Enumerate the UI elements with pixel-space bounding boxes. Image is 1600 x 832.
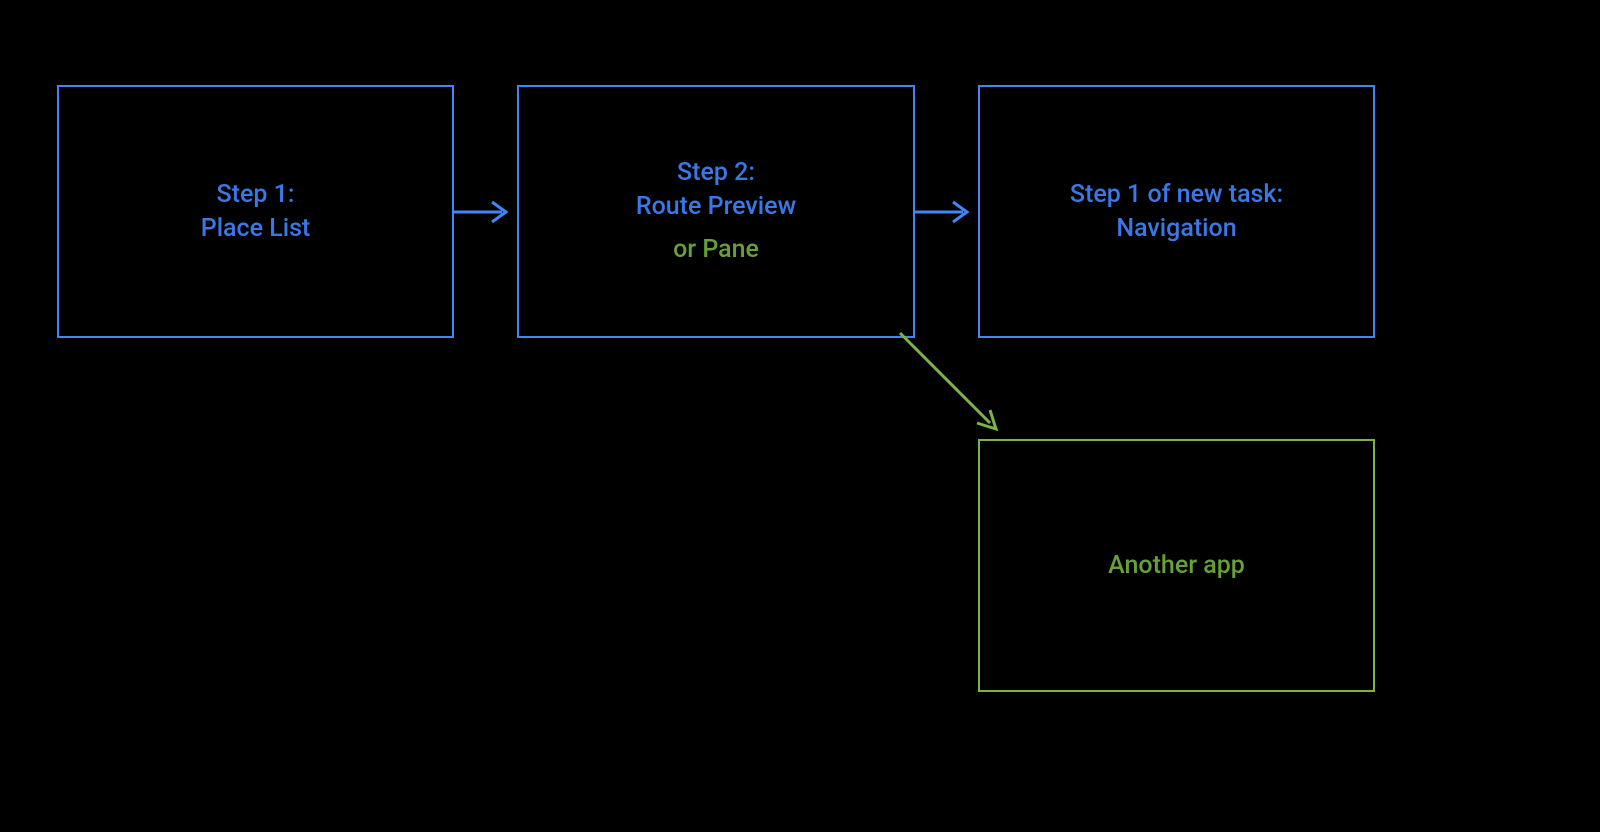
step2-title-line2: Route Preview [636,190,796,224]
arrow-step2-to-another [895,328,1015,448]
another-app-label: Another app [1108,549,1245,583]
step1-box: Step 1: Place List [57,85,454,338]
step3-box: Step 1 of new task: Navigation [978,85,1375,338]
step1-title-line2: Place List [201,212,311,246]
step3-title-line1: Step 1 of new task: [1070,178,1283,212]
step2-box: Step 2: Route Preview or Pane [517,85,915,338]
another-app-box: Another app [978,439,1375,692]
arrow-step2-to-step3 [915,200,978,224]
arrow-step1-to-step2 [454,200,517,224]
diagram-canvas: Step 1: Place List Step 2: Route Preview… [0,0,1600,832]
step1-title-line1: Step 1: [217,178,295,212]
step2-subtitle: or Pane [673,233,759,267]
step3-title-line2: Navigation [1116,212,1236,246]
step2-title-line1: Step 2: [677,156,755,190]
